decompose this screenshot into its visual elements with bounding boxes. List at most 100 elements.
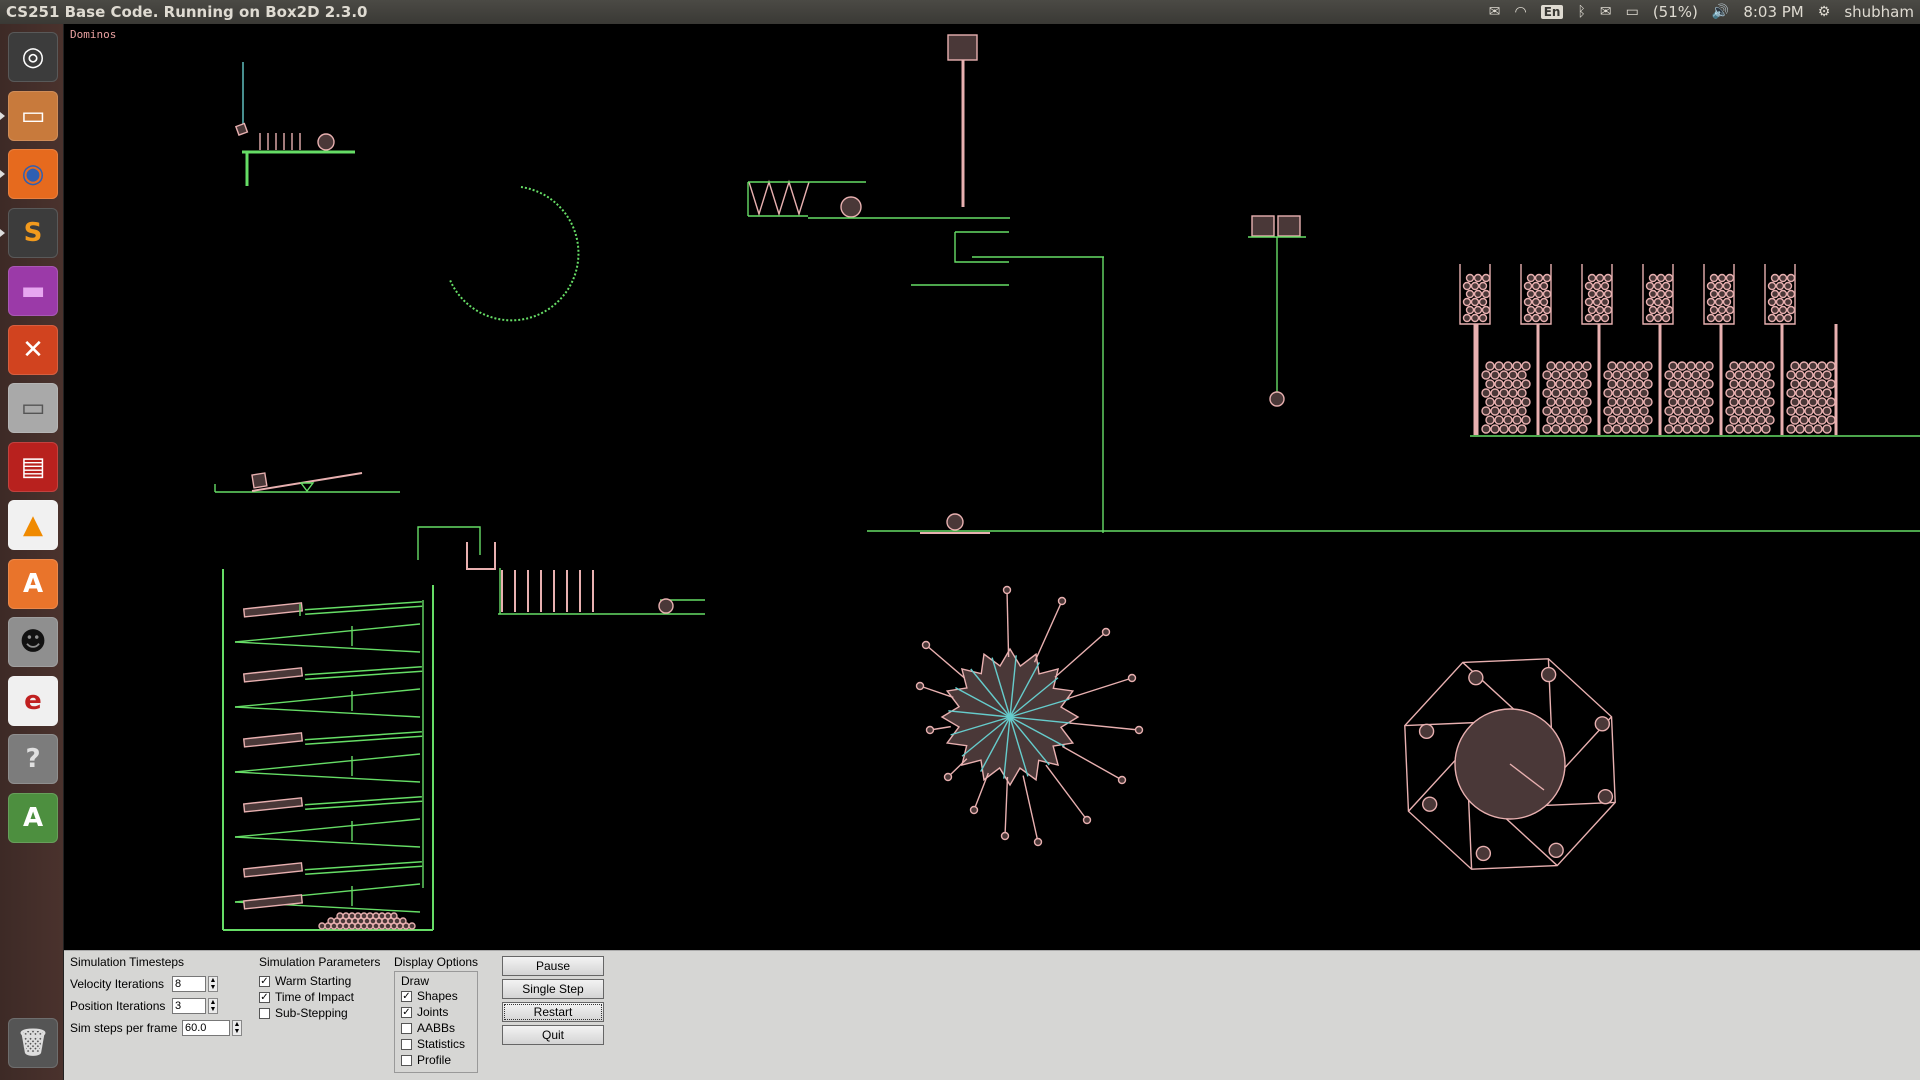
checkbox-box[interactable]: ✓ bbox=[401, 990, 412, 1002]
bin-ball bbox=[1714, 281, 1724, 291]
checkbox-box[interactable] bbox=[259, 1007, 270, 1019]
ramp-line bbox=[234, 753, 421, 773]
bin-ball bbox=[1526, 289, 1536, 299]
bin-ball bbox=[1523, 313, 1533, 323]
launcher-document-viewer-icon[interactable]: e bbox=[8, 675, 58, 726]
battery-percent[interactable]: (51%) bbox=[1653, 3, 1698, 21]
draw-shapes-checkbox[interactable]: ✓ Shapes bbox=[401, 988, 471, 1004]
restart-button[interactable]: Restart bbox=[502, 1002, 604, 1022]
param-time-of-impact-checkbox[interactable]: ✓ Time of Impact bbox=[259, 989, 380, 1005]
bin-ball bbox=[1508, 406, 1518, 416]
launcher-terminal-app-icon[interactable]: ▤ bbox=[8, 441, 58, 492]
bin-ball bbox=[1778, 273, 1788, 283]
bin-ball bbox=[1603, 370, 1613, 380]
quit-button[interactable]: Quit bbox=[502, 1025, 604, 1045]
wheel-arm bbox=[1006, 589, 1010, 658]
user-name[interactable]: shubham bbox=[1844, 3, 1914, 21]
bin-ball bbox=[1578, 370, 1588, 380]
bin-ball bbox=[1709, 305, 1719, 315]
volume-icon[interactable]: 🔊 bbox=[1712, 4, 1729, 20]
hz-input[interactable] bbox=[182, 1020, 230, 1036]
bin-ball bbox=[1808, 415, 1818, 425]
clock[interactable]: 8:03 PM bbox=[1743, 3, 1803, 21]
bin-ball bbox=[1481, 305, 1491, 315]
dropbox-icon[interactable]: ✉ bbox=[1489, 4, 1501, 20]
launcher-files-icon[interactable]: ▭ bbox=[0, 90, 58, 141]
draw-profile-checkbox[interactable]: Profile bbox=[401, 1052, 471, 1068]
velocity-spinner[interactable]: ▲ ▼ bbox=[208, 976, 218, 992]
wheel-pin bbox=[1117, 775, 1127, 785]
draw-statistics-checkbox[interactable]: Statistics bbox=[401, 1036, 471, 1052]
draw-aabbs-checkbox[interactable]: AABBs bbox=[401, 1020, 471, 1036]
launcher-software-updater-icon[interactable]: A bbox=[8, 792, 58, 843]
bin-ball bbox=[1808, 361, 1818, 371]
bin-ball bbox=[1462, 281, 1472, 291]
param-warm-starting-checkbox[interactable]: ✓ Warm Starting bbox=[259, 973, 380, 989]
bin-ball bbox=[1706, 281, 1716, 291]
hz-spinner[interactable]: ▲ ▼ bbox=[232, 1020, 242, 1036]
bin-ball bbox=[1595, 273, 1605, 283]
velocity-iterations-input[interactable] bbox=[172, 976, 206, 992]
launcher-vlc-icon[interactable]: ▲ bbox=[8, 500, 58, 550]
checkbox-box[interactable]: ✓ bbox=[259, 991, 270, 1003]
launcher-help-icon[interactable]: ? bbox=[8, 734, 58, 784]
pile-ball bbox=[399, 917, 407, 925]
octagon-ball bbox=[1475, 845, 1492, 862]
launcher-software-center-icon[interactable]: A bbox=[8, 558, 58, 609]
bluetooth-icon[interactable]: ᛒ bbox=[1577, 4, 1585, 20]
bin-ball bbox=[1783, 281, 1793, 291]
draw-joints-checkbox[interactable]: ✓ Joints bbox=[401, 1004, 471, 1020]
param-sub-stepping-checkbox[interactable]: Sub-Stepping bbox=[259, 1005, 380, 1021]
launcher-workspace-switcher-icon[interactable]: ▬ bbox=[8, 266, 58, 316]
gear-icon[interactable]: ⚙ bbox=[1818, 4, 1831, 20]
bin-ball bbox=[1517, 388, 1527, 398]
mail-icon[interactable]: ✉ bbox=[1600, 4, 1612, 20]
checkbox-box[interactable] bbox=[401, 1054, 412, 1066]
checkbox-box[interactable] bbox=[401, 1022, 412, 1034]
bin-ball bbox=[1569, 388, 1579, 398]
bin-ball bbox=[1534, 273, 1544, 283]
wifi-icon[interactable]: ◠ bbox=[1514, 4, 1526, 20]
bin-ball bbox=[1569, 406, 1579, 416]
single-step-button[interactable]: Single Step bbox=[502, 979, 604, 999]
bin-ball bbox=[1770, 305, 1780, 315]
bin-ball bbox=[1648, 305, 1658, 315]
launcher-firefox-icon[interactable]: ◉ bbox=[0, 149, 58, 199]
bin-ball bbox=[1607, 415, 1617, 425]
bin-ball bbox=[1743, 370, 1753, 380]
bin-ball bbox=[1695, 379, 1705, 389]
launcher-disk-icon[interactable]: ▭ bbox=[8, 383, 58, 433]
bin-ball bbox=[1546, 397, 1556, 407]
keyboard-indicator[interactable]: En bbox=[1540, 5, 1564, 19]
bin-ball bbox=[1465, 273, 1475, 283]
launcher-trash-icon[interactable]: 🗑 bbox=[8, 1018, 58, 1068]
simulation-canvas[interactable] bbox=[64, 24, 1920, 950]
bin-ball bbox=[1765, 397, 1775, 407]
bin-ball bbox=[1756, 379, 1766, 389]
bin-ball bbox=[1743, 388, 1753, 398]
pile-ball bbox=[408, 922, 416, 930]
launcher-ubuntu-dash-icon[interactable]: ◎ bbox=[8, 32, 58, 82]
launcher-sublime-text-icon[interactable]: S bbox=[0, 207, 58, 258]
bin-ball bbox=[1499, 370, 1509, 380]
bin-ball bbox=[1661, 281, 1671, 291]
bin-ball bbox=[1470, 281, 1480, 291]
bin-ball bbox=[1551, 406, 1561, 416]
bin-ball bbox=[1786, 406, 1796, 416]
bin-ball bbox=[1677, 397, 1687, 407]
launcher-tux-app-icon[interactable]: ☻ bbox=[8, 617, 58, 667]
launcher-system-settings-icon[interactable]: ✕ bbox=[8, 324, 58, 375]
ball-pile bbox=[318, 912, 416, 930]
bin-ball bbox=[1592, 281, 1602, 291]
checkbox-box[interactable]: ✓ bbox=[401, 1006, 412, 1018]
right-weight-b bbox=[1277, 215, 1301, 237]
position-spinner[interactable]: ▲ ▼ bbox=[208, 998, 218, 1014]
checkbox-box[interactable] bbox=[401, 1038, 412, 1050]
bin-ball bbox=[1490, 406, 1500, 416]
checkbox-box[interactable]: ✓ bbox=[259, 975, 270, 987]
battery-icon[interactable]: ▭ bbox=[1626, 4, 1639, 20]
position-iterations-input[interactable] bbox=[172, 998, 206, 1014]
bin-ball bbox=[1612, 388, 1622, 398]
bin-ball bbox=[1775, 313, 1785, 323]
pause-button[interactable]: Pause bbox=[502, 956, 604, 976]
